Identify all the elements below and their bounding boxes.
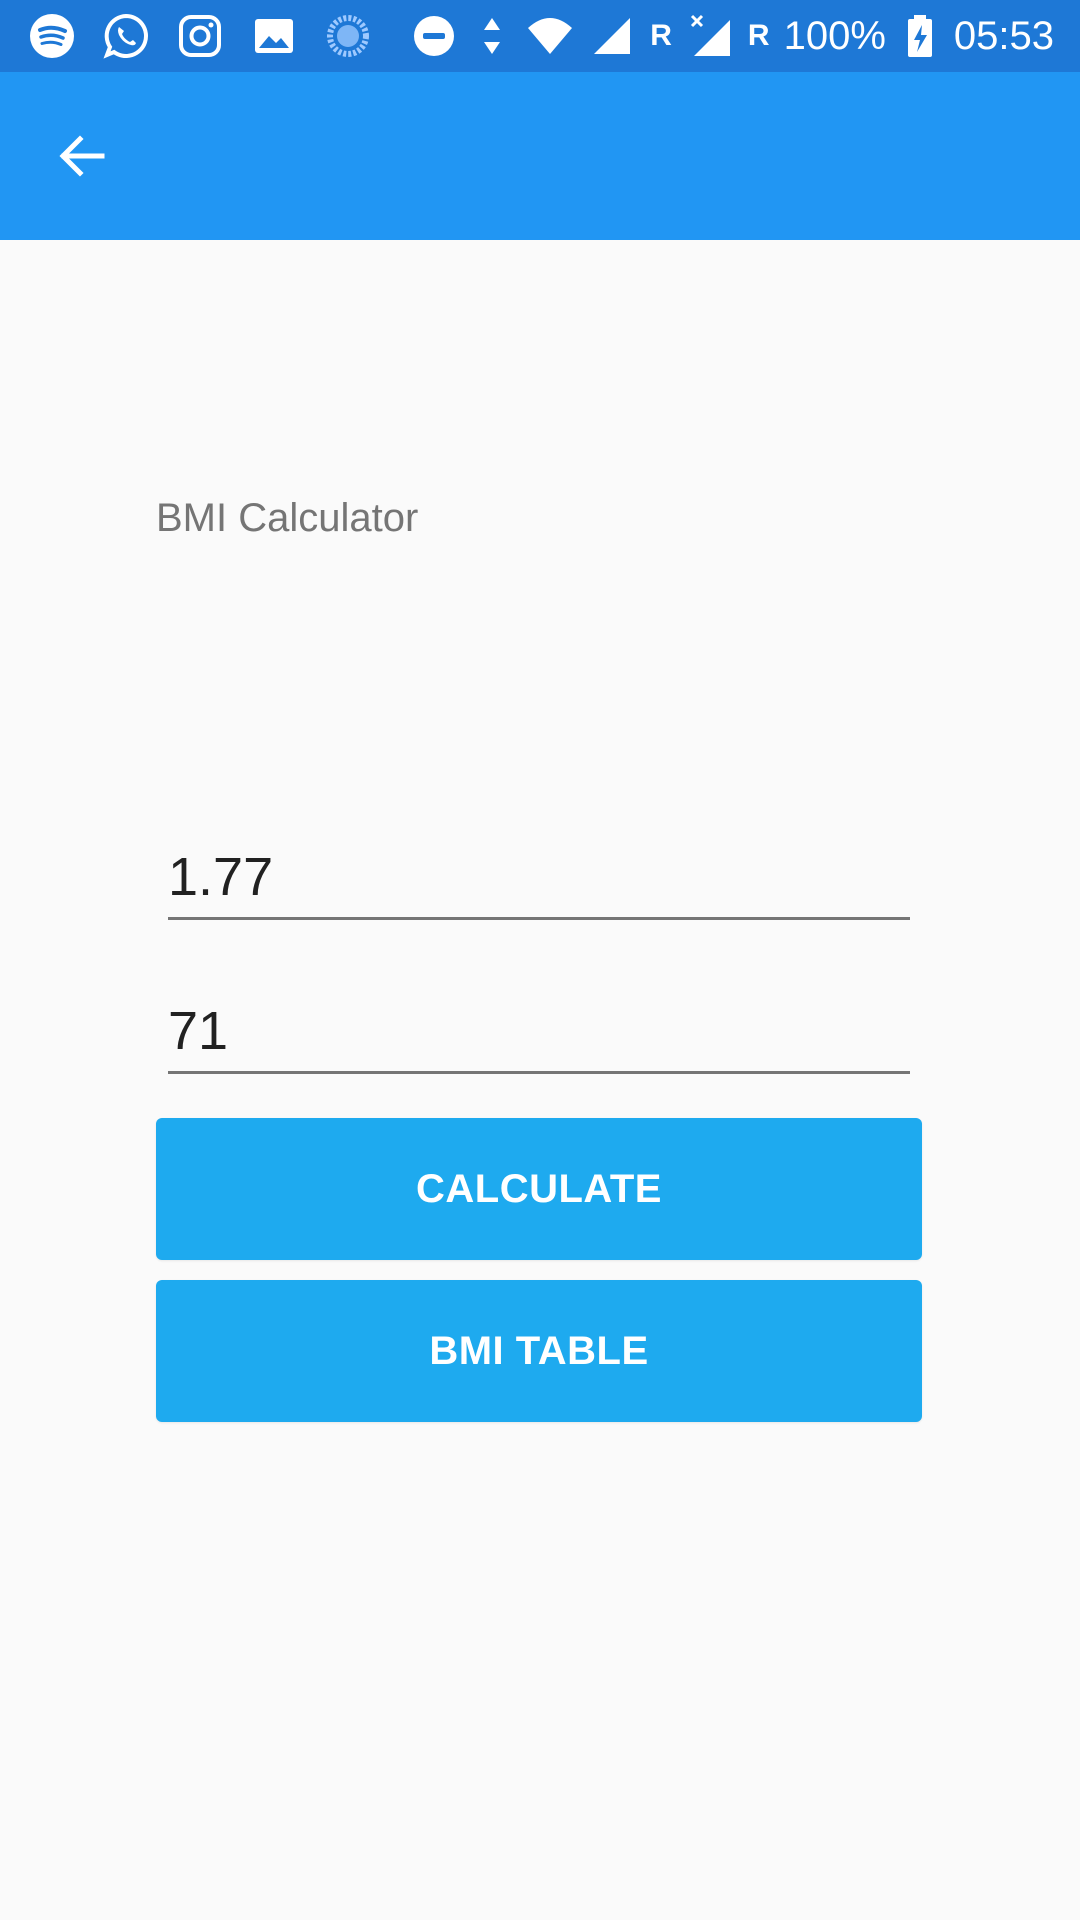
sync-icon (324, 12, 372, 60)
weight-input[interactable] (168, 990, 910, 1071)
height-input[interactable] (168, 836, 910, 917)
main-content (0, 240, 1080, 1920)
arrow-back-icon (54, 128, 110, 184)
status-bar: R R 100% 05:53 (0, 0, 1080, 72)
status-left-icons (28, 0, 372, 72)
app-bar (0, 72, 1080, 240)
whatsapp-icon (102, 12, 150, 60)
gallery-icon (250, 12, 298, 60)
bmi-table-button[interactable]: BMI TABLE (156, 1280, 922, 1422)
status-right-icons: R R 100% 05:53 (410, 0, 1054, 72)
data-arrows-icon (472, 14, 512, 58)
battery-charging-icon (900, 14, 940, 58)
weight-field[interactable] (168, 990, 910, 1074)
roaming-indicator-2: R (747, 19, 770, 52)
dnd-icon (410, 12, 458, 60)
instagram-icon (176, 12, 224, 60)
roaming-indicator-1: R (650, 19, 672, 52)
page-title: BMI Calculator (156, 496, 419, 540)
spotify-icon (28, 12, 76, 60)
signal-no-data-icon (686, 12, 734, 60)
signal-icon (588, 12, 636, 60)
calculate-button[interactable]: CALCULATE (156, 1118, 922, 1260)
back-button[interactable] (42, 116, 122, 196)
battery-percentage: 100% (783, 14, 886, 58)
wifi-icon (526, 12, 574, 60)
height-field[interactable] (168, 836, 910, 920)
status-time: 05:53 (953, 14, 1054, 58)
